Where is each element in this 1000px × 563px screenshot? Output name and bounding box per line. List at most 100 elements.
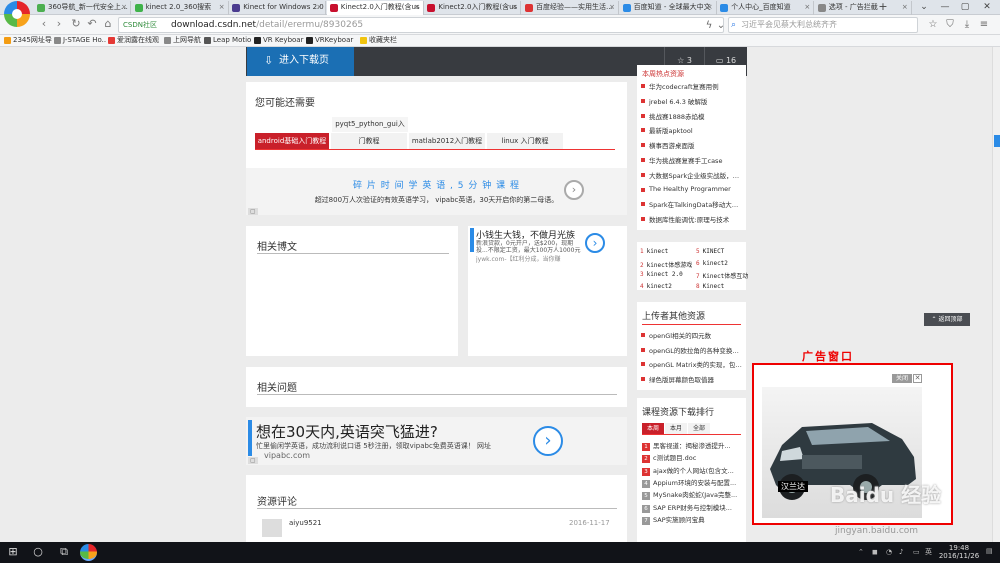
comment-user[interactable]: aiyu9521: [289, 519, 322, 527]
page-scrollbar[interactable]: [992, 47, 1000, 542]
tab-close-icon[interactable]: ×: [512, 1, 518, 14]
rank-tab-week[interactable]: 本周: [642, 423, 664, 434]
home-icon[interactable]: ⌂: [102, 18, 114, 31]
bookmark-item[interactable]: VR Keyboar: [254, 35, 303, 46]
start-button[interactable]: ⊞: [5, 545, 21, 559]
browser-tab[interactable]: kinect 2.0_360搜索 ×: [132, 1, 229, 15]
course-rank-item[interactable]: 7 SAP实施顾问宝典: [642, 514, 742, 525]
course-rank-item[interactable]: 6 SAP ERP财务与控制模块...: [642, 502, 742, 513]
bookmark-item[interactable]: Leap Motio: [204, 35, 251, 46]
ad-box-loan[interactable]: 小钱生大钱，不做月光族 新浪贷款，0元开户，送$200，现期投...不限定工资，…: [468, 226, 627, 356]
tab-close-icon[interactable]: ×: [804, 1, 810, 14]
tag-tab-matlab[interactable]: matlab2012入门教程: [409, 133, 485, 149]
ad1-arrow-icon[interactable]: ›: [564, 180, 584, 200]
keyword-link[interactable]: 3 kinect 2.0: [640, 271, 694, 278]
course-rank-item[interactable]: 4 Appium环境的安装与配置...: [642, 477, 742, 488]
browser-tab[interactable]: Kinect for Windows 2.0 ×: [229, 1, 327, 15]
tab-list-icon[interactable]: ⌄: [914, 0, 934, 15]
tag-tab-android[interactable]: android基础入门教程: [255, 133, 329, 149]
bookmark-item[interactable]: 爱润露在线观: [108, 35, 159, 46]
course-rank-item[interactable]: 5 MySnake肉蛇蛇(Java完整...: [642, 489, 742, 501]
ad-close-button[interactable]: 关闭: [892, 374, 912, 383]
menu-icon[interactable]: ≡: [978, 18, 990, 31]
keyword-link[interactable]: 4 kinect2: [640, 283, 694, 290]
hot-resource-item[interactable]: Spark在TalkingData移动大数据...: [641, 199, 743, 209]
keyword-link[interactable]: 7 Kinect体感互动: [696, 271, 750, 280]
browser-tab[interactable]: 个人中心_百度知道 ×: [717, 1, 815, 15]
notification-icon[interactable]: ▤: [986, 546, 993, 556]
browser-tab[interactable]: 百度知道 - 全球最大中文 ×: [620, 1, 717, 15]
uploader-resource-item[interactable]: 绿色版屏幕颜色取值器: [641, 374, 743, 384]
star-icon[interactable]: ☆: [927, 18, 939, 31]
tray-app-icon[interactable]: ◼: [872, 547, 878, 557]
browser-tab[interactable]: 百度经验——实用生活指南 ×: [522, 1, 619, 15]
search-input[interactable]: ⌕ 习近平会见蔡大利总统齐齐: [728, 17, 918, 33]
search-icon[interactable]: ○: [30, 545, 46, 559]
keyword-link[interactable]: 1 kinect: [640, 248, 694, 255]
tab-close-icon[interactable]: ×: [902, 1, 908, 14]
input-language[interactable]: 英: [925, 547, 932, 557]
tab-close-icon[interactable]: ×: [609, 1, 615, 14]
hot-resource-item[interactable]: jrebel 6.4.3 破解版: [641, 96, 743, 106]
keyword-link[interactable]: 5 KINECT: [696, 248, 750, 255]
tab-close-icon[interactable]: ×: [219, 1, 225, 14]
keyword-link[interactable]: 2 kinect体感游戏: [640, 260, 694, 269]
forward-icon[interactable]: ›: [53, 18, 65, 31]
uploader-resource-item[interactable]: openGL的欧拉角的各种变换实...: [641, 345, 743, 355]
download-page-button[interactable]: ⇩ 进入下载页: [247, 47, 354, 76]
keyword-link[interactable]: 8 Kinect: [696, 283, 750, 290]
hot-resource-item[interactable]: 华为挑战赛复赛手工case: [641, 155, 743, 165]
bookmark-item[interactable]: J-STAGE Ho..: [54, 35, 106, 46]
uploader-resource-item[interactable]: openGL Matrix类的实现，包括...: [641, 359, 743, 369]
hot-resource-item[interactable]: The Healthy Programmer: [641, 185, 743, 193]
close-icon[interactable]: ✕: [913, 374, 922, 383]
uploader-resource-item[interactable]: openGl相关的四元数: [641, 330, 743, 340]
battery-icon[interactable]: ▭: [913, 547, 920, 557]
hot-resource-item[interactable]: 最新版apktool: [641, 125, 743, 135]
new-tab-button[interactable]: +: [877, 1, 889, 14]
browser-tab[interactable]: Kinect2.0入门教程(含us ×: [424, 1, 522, 15]
minimize-button[interactable]: —: [935, 0, 955, 15]
close-window-button[interactable]: ✕: [977, 0, 997, 15]
ad2-arrow-icon[interactable]: ›: [585, 233, 605, 253]
browser-tab[interactable]: 选项 - 广告拦截 ×: [815, 1, 912, 15]
url-text[interactable]: download.csdn.net/detail/erermu/8930265: [171, 18, 363, 33]
shield-icon[interactable]: ⛉: [944, 18, 956, 31]
hot-resource-item[interactable]: 华为codecraft复赛用例: [641, 81, 743, 91]
scroll-thumb[interactable]: [994, 135, 1000, 147]
tray-up-icon[interactable]: ⌃: [858, 547, 864, 557]
network-icon[interactable]: ◔: [886, 547, 892, 557]
bookmark-item[interactable]: 上网导航: [164, 35, 201, 46]
hot-resource-item[interactable]: 挑战赛1888赤焰模: [641, 111, 743, 121]
lightning-icon[interactable]: ϟ: [703, 19, 715, 32]
undo-icon[interactable]: ↶: [86, 18, 98, 31]
course-rank-item[interactable]: 3 ajax做的个人网站(包含文...: [642, 465, 742, 476]
ad-banner-vipabc[interactable]: 想在30天内,英语突飞猛进? 忙里偷闲学英语，成功流利说口语 5秒注册，领取vi…: [246, 417, 627, 465]
browser-tab[interactable]: 360导航_新一代安全上网导航×: [34, 1, 131, 15]
bookmark-item[interactable]: VRKeyboar: [306, 35, 353, 46]
tag-tab-pyqt[interactable]: 门教程: [331, 133, 407, 149]
tag-tab-linux[interactable]: linux 入门教程: [487, 133, 563, 149]
course-rank-item[interactable]: 1 黑客视道：揭秘渗透提升...: [642, 440, 742, 451]
bookmark-item[interactable]: 收藏夹栏: [360, 35, 397, 46]
browser-taskbar-icon[interactable]: [80, 544, 97, 561]
ad-banner-english[interactable]: 碎 片 时 间 学 英 语 , 5 分 钟 课 程 超过800万人次验证的有效英…: [246, 168, 627, 215]
browser-tab[interactable]: Kinect2.0入门教程(含us ×: [326, 1, 424, 15]
clock[interactable]: 19:48 2016/11/26: [936, 544, 982, 560]
ad3-arrow-icon[interactable]: ›: [533, 426, 563, 456]
course-rank-item[interactable]: 2 c测试题目.doc: [642, 452, 742, 464]
hot-resource-item[interactable]: 横事西游桌面版: [641, 140, 743, 150]
download-icon[interactable]: ⤓: [961, 18, 973, 31]
rank-tab-all[interactable]: 全部: [688, 423, 710, 434]
back-icon[interactable]: ‹: [38, 18, 50, 31]
tab-close-icon[interactable]: ×: [414, 1, 420, 14]
volume-icon[interactable]: ♪: [899, 547, 903, 557]
maximize-button[interactable]: ▢: [955, 0, 975, 15]
bookmark-item[interactable]: 2345网址导: [4, 35, 52, 46]
rank-tab-month[interactable]: 本月: [665, 423, 687, 434]
keyword-link[interactable]: 6 kinect2: [696, 260, 750, 267]
hot-resource-item[interactable]: 数据库性能调优:原理与技术: [641, 214, 743, 224]
back-to-top-button[interactable]: ⌃ 返回顶部: [924, 313, 970, 326]
tab-close-icon[interactable]: ×: [316, 1, 322, 14]
chevron-down-icon[interactable]: ⌄: [715, 19, 727, 32]
